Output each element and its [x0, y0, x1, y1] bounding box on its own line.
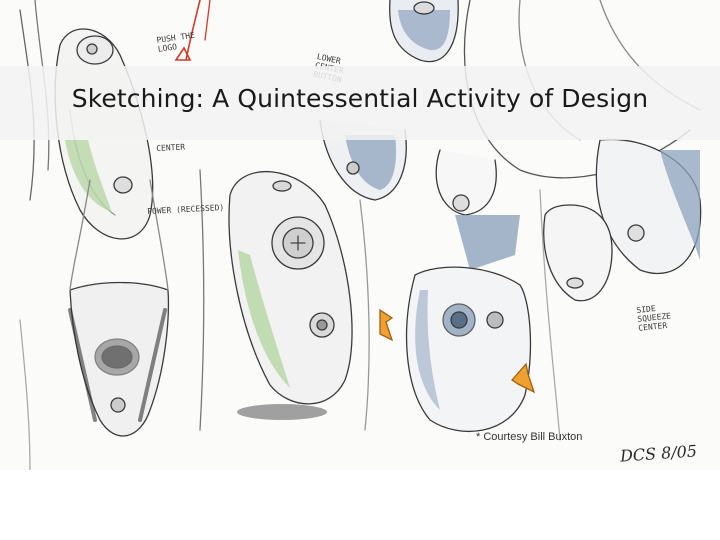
- image-credit: * Courtesy Bill Buxton: [476, 431, 583, 443]
- slide-title: Sketching: A Quintessential Activity of …: [71, 84, 649, 113]
- slide: PUSH THE LOGO CENTER POWER (RECESSED) LO…: [0, 0, 720, 540]
- note-center: CENTER: [156, 142, 186, 153]
- note-side-squeeze-center: SIDE SQUEEZE CENTER: [636, 303, 672, 333]
